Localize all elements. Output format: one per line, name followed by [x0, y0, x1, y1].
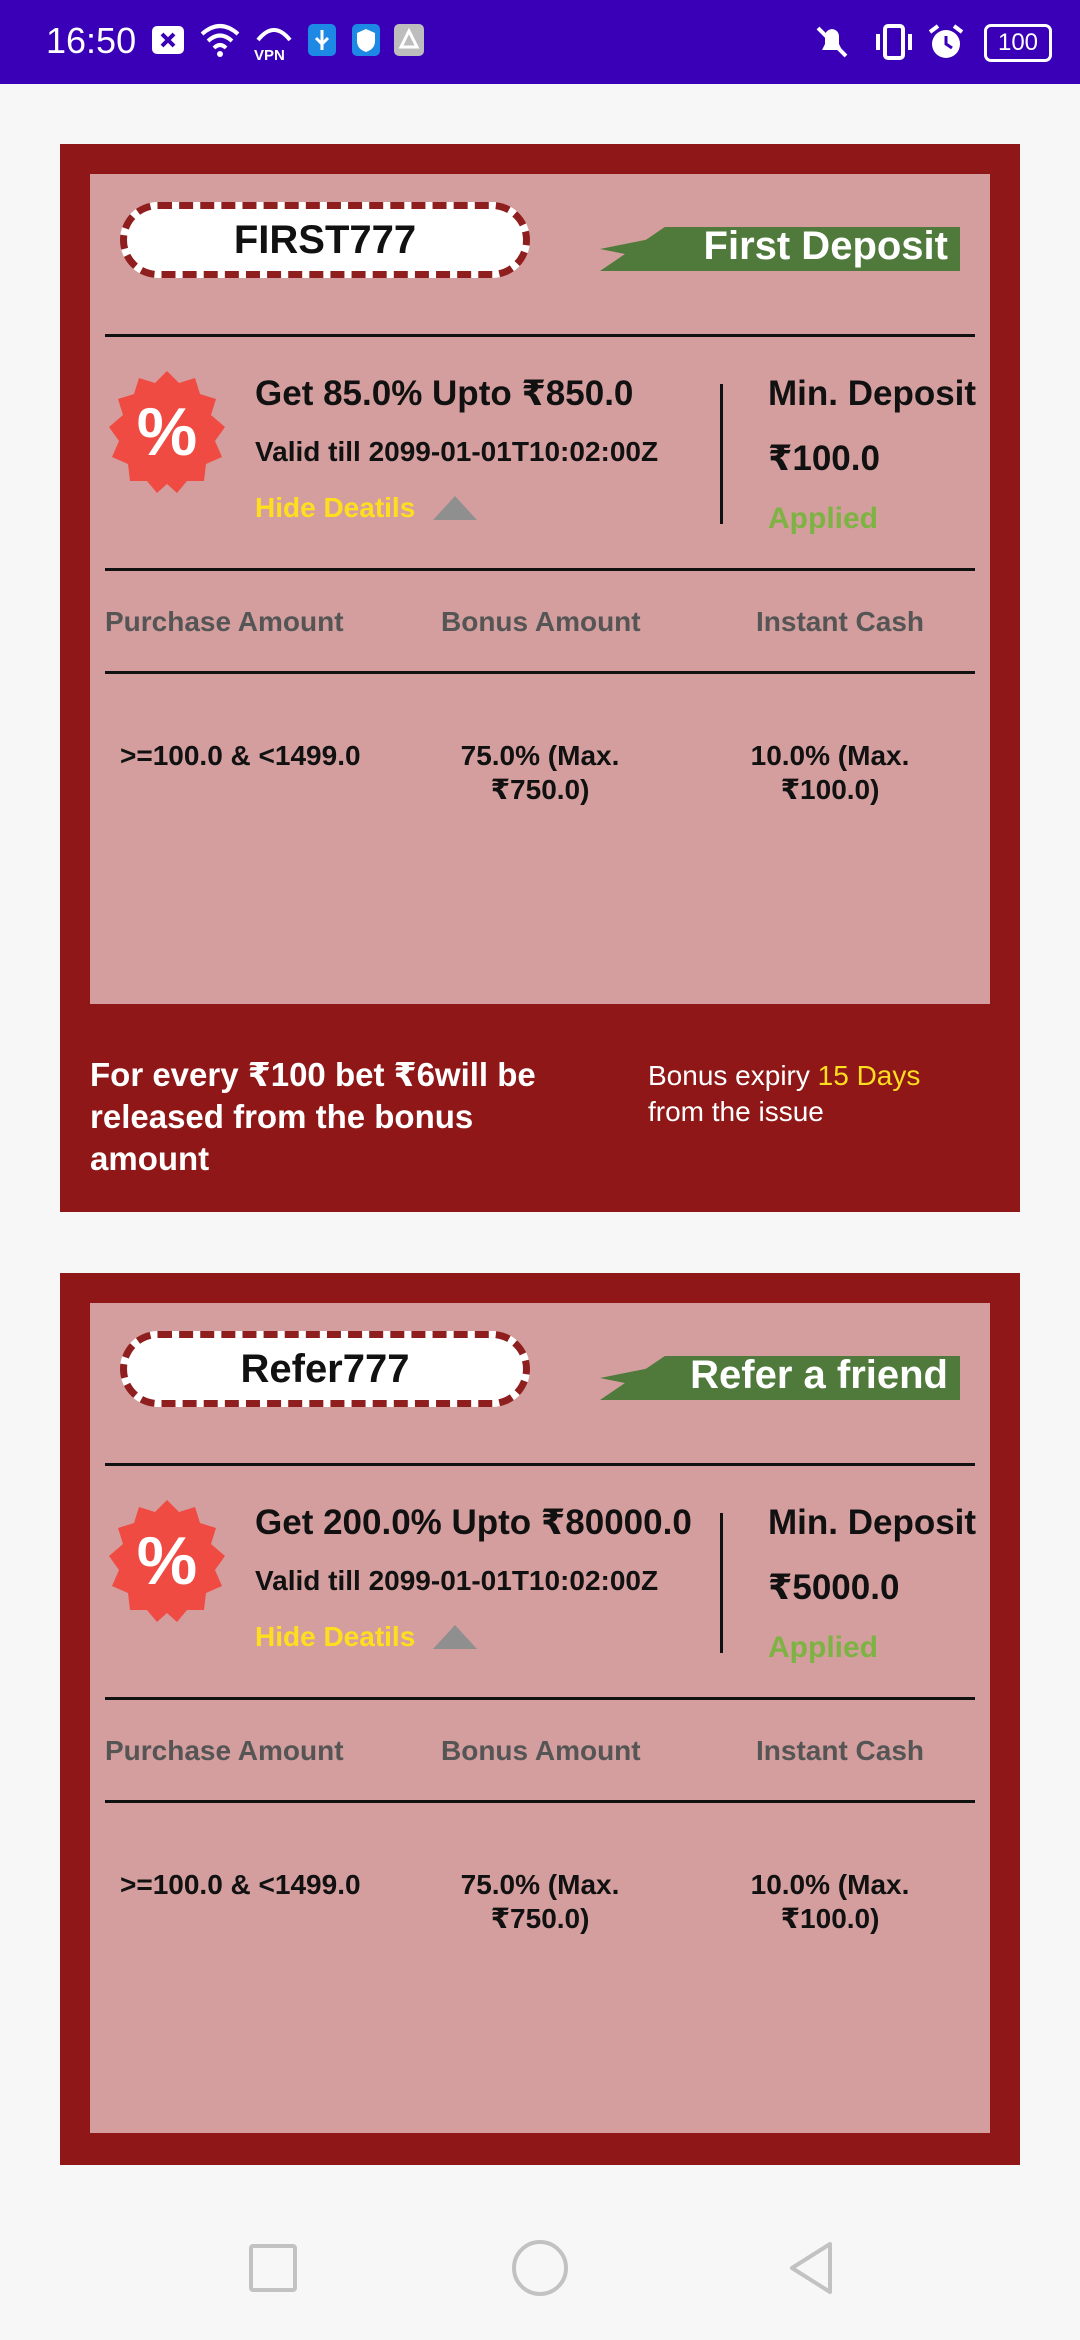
table-cell: >=100.0 & <1499.0 — [120, 740, 361, 771]
divider — [105, 1463, 975, 1466]
vpn-icon: VPN — [254, 28, 292, 62]
min-deposit-label: Min. Deposit — [768, 374, 977, 413]
divider — [105, 1697, 975, 1700]
navigation-bar — [0, 2200, 1080, 2340]
table-cell: 75.0% (Max. ₹750.0) — [460, 740, 620, 805]
recents-icon[interactable] — [249, 2244, 297, 2292]
coupon-type: First Deposit — [703, 224, 948, 268]
close-box-icon — [152, 26, 184, 54]
bonus-expiry-prefix: Bonus expiry — [648, 1060, 818, 1091]
column-header: Purchase Amount — [105, 606, 344, 637]
coupon-card: Refer777 Refer a friend % Get 200.0% Upt… — [60, 1273, 1020, 2165]
collapse-arrow-icon[interactable] — [433, 496, 477, 520]
bonus-release-note: For every ₹100 bet ₹6will be released fr… — [90, 1056, 536, 1177]
divider — [105, 671, 975, 674]
coupon-code: Refer777 — [240, 1347, 410, 1391]
discount-percent-icon: % — [109, 1500, 225, 1622]
applied-status: Applied — [768, 502, 878, 535]
column-header: Instant Cash — [756, 1735, 925, 1766]
vibrate-icon — [876, 24, 912, 60]
divider — [105, 568, 975, 571]
mute-icon — [816, 26, 848, 58]
shield-icon — [352, 24, 380, 56]
hide-details-link[interactable]: Hide Deatils — [255, 492, 415, 524]
min-deposit-value: ₹100.0 — [768, 439, 880, 478]
back-icon[interactable] — [786, 2240, 836, 2296]
status-bar: 16:50 VPN 100 — [0, 0, 1080, 84]
hide-details-link[interactable]: Hide Deatils — [255, 1621, 415, 1653]
column-header: Bonus Amount — [441, 1735, 641, 1766]
coupon-card: FIRST777 First Deposit % Get 85.0% Upto … — [60, 144, 1020, 1212]
coupon-code-box[interactable]: Refer777 — [120, 1331, 530, 1407]
bonus-expiry-days: 15 Days — [817, 1060, 921, 1091]
column-header: Bonus Amount — [441, 606, 641, 637]
vertical-divider — [720, 384, 723, 524]
app-icon — [394, 24, 424, 56]
min-deposit-label: Min. Deposit — [768, 1503, 977, 1542]
divider — [105, 334, 975, 337]
validity-text: Valid till 2099-01-01T10:02:00Z — [255, 436, 659, 467]
alarm-icon — [928, 24, 964, 58]
coupon-code-box[interactable]: FIRST777 — [120, 202, 530, 278]
discount-percent-icon: % — [109, 371, 225, 493]
table-cell: 10.0% (Max. ₹100.0) — [750, 1869, 910, 1934]
bonus-expiry-suffix: from the issue — [648, 1096, 824, 1127]
coupon-details: Refer777 Refer a friend % Get 200.0% Upt… — [90, 1303, 990, 2133]
table-cell: >=100.0 & <1499.0 — [120, 1869, 361, 1900]
coupon-type: Refer a friend — [690, 1353, 948, 1397]
svg-text:%: % — [137, 394, 197, 470]
column-header: Instant Cash — [756, 606, 925, 637]
wifi-icon — [200, 24, 240, 57]
home-icon[interactable] — [512, 2240, 568, 2296]
battery-icon: 100 — [984, 24, 1052, 62]
coupon-details: FIRST777 First Deposit % Get 85.0% Upto … — [90, 174, 990, 1004]
coupon-code: FIRST777 — [233, 218, 417, 262]
divider — [105, 1800, 975, 1803]
validity-text: Valid till 2099-01-01T10:02:00Z — [255, 1565, 659, 1596]
collapse-arrow-icon[interactable] — [433, 1625, 477, 1649]
status-time: 16:50 — [46, 20, 137, 61]
table-cell: 75.0% (Max. ₹750.0) — [460, 1869, 620, 1934]
usb-icon — [308, 24, 336, 56]
vertical-divider — [720, 1513, 723, 1653]
offer-title: Get 85.0% Upto ₹850.0 — [255, 374, 634, 413]
applied-status: Applied — [768, 1631, 878, 1664]
table-cell: 10.0% (Max. ₹100.0) — [750, 740, 910, 805]
column-header: Purchase Amount — [105, 1735, 344, 1766]
min-deposit-value: ₹5000.0 — [768, 1568, 900, 1607]
bonus-expiry-note: Bonus expiry 15 Days from the issue — [648, 1058, 1008, 1130]
svg-text:%: % — [137, 1523, 197, 1599]
offer-title: Get 200.0% Upto ₹80000.0 — [255, 1503, 692, 1542]
svg-text:VPN: VPN — [254, 47, 285, 62]
